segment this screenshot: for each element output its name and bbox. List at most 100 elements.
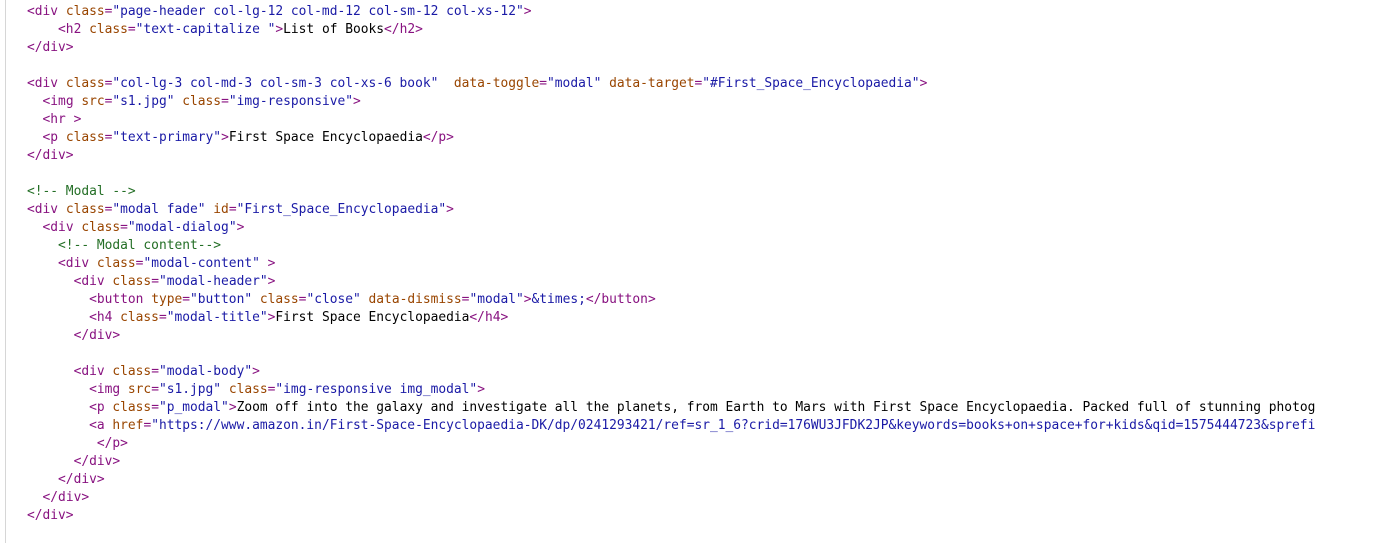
code-token-attr: class [81,220,121,235]
code-line: <img src="s1.jpg" class="img-responsive … [27,381,1391,399]
code-token-tag: </h4> [469,310,509,325]
code-token-tag [438,76,454,91]
code-token-tag [601,76,609,91]
code-token-tag: = [539,76,548,91]
code-token-val: "s1.jpg" [112,94,175,109]
code-token-attr: class [112,400,152,415]
code-token-val: "modal-header" [158,274,268,289]
code-token-tag: = [127,22,136,37]
code-token-text: Zoom off into the galaxy and investigate… [236,400,1316,415]
code-line: <div class="page-header col-lg-12 col-md… [27,3,1391,21]
code-token-tag [252,292,260,307]
code-line: </p> [27,435,1391,453]
code-token-tag: </p> [96,436,128,451]
code-line: </div> [27,471,1391,489]
code-line: <img src="s1.jpg" class="img-responsive"… [27,93,1391,111]
source-viewer: <div class="page-header col-lg-12 col-md… [0,0,1391,543]
code-token-tag: = [228,202,237,217]
code-token-attr: class [65,76,105,91]
code-token-attr: class [259,292,299,307]
code-token-tag: = [182,292,190,307]
code-token-tag: > [446,202,454,217]
code-token-tag [221,382,229,397]
code-token-tag: > [259,256,276,271]
code-token-tag: = [151,382,159,397]
code-line: <button type="button" class="close" data… [27,291,1391,309]
code-line: </div> [27,453,1391,471]
code-line: </div> [27,147,1391,165]
code-token-val: "s1.jpg" [158,382,222,397]
code-line: <div class = "col-lg-3 col-md-3 col-sm-3 c… [27,75,1391,93]
code-token-tag: > [477,382,485,397]
code-token-tag: <a [89,418,113,433]
code-token-attr: class [228,382,268,397]
code-token-attr: type [151,292,183,307]
code-token-tag: <div [27,4,66,19]
code-line: <div class="modal-header"> [27,273,1391,291]
code-token-attr: src [81,94,105,109]
code-token-tag: <div [42,220,82,235]
code-token-tag: </div> [73,328,121,343]
code-token-val: "modal-title" [166,310,268,325]
code-token-tag: > [523,4,532,19]
code-token-tag: <img [42,94,82,109]
code-line: </div> [27,327,1391,345]
code-token-text: List of Books [283,22,385,37]
code-line: <p class="p_modal">Zoom off into the gal… [27,399,1391,417]
code-token-tag: <h2 [58,22,90,37]
code-token-tag: <p [42,130,66,145]
code-token-attr: src [127,382,152,397]
code-token-val: "img-responsive" [228,94,354,109]
code-token-tag: </div> [27,508,74,523]
code-line: </div> [27,489,1391,507]
code-token-tag: <div [27,76,66,91]
code-token-val: "modal fade" [112,202,206,217]
code-token-attr: class [182,94,222,109]
code-line: <div class="modal-dialog"> [27,219,1391,237]
code-token-val: "First_Space_Encyclopaedia" [236,202,447,217]
code-token-tag: = [158,310,167,325]
code-token-val: "close" [306,292,361,307]
code-token-attr: data-target [609,76,695,91]
code-token-tag: = [221,94,229,109]
code-token-tag: </div> [27,40,74,55]
code-token-val: "button" [190,292,253,307]
code-line: <div class="modal fade" id="First_Space_… [27,201,1391,219]
code-line: <div class="modal-body"> [27,363,1391,381]
code-token-tag: > [267,274,276,289]
code-token-attr: class [112,274,152,289]
code-token-tag: <div [73,364,113,379]
code-token-attr: class [89,22,128,37]
code-token-tag: > [221,130,229,145]
code-token-tag: </h2> [384,22,423,37]
code-token-tag: = [151,364,159,379]
code-token-tag: = [151,400,159,415]
code-token-tag: </div> [42,490,90,505]
code-token-val: "modal-dialog" [127,220,237,235]
code-token-tag: </button> [585,292,656,307]
code-token-tag: </div> [73,454,121,469]
code-line: <hr > [27,111,1391,129]
code-token-tag: <hr > [42,112,82,127]
code-token-tag: <div [58,256,97,271]
code-token-attr: class [96,256,136,271]
code-line: <!-- Modal content--> [27,237,1391,255]
code-token-tag: > [353,94,361,109]
code-token-tag: > [236,220,245,235]
code-token-val: "#First_Space_Encyclopaedia" [702,76,920,91]
code-token-tag: <div [73,274,113,289]
code-token-tag: </div> [58,472,105,487]
code-token-tag: <button [89,292,152,307]
code-view: <div class="page-header col-lg-12 col-md… [27,3,1391,525]
code-line: <!-- Modal --> [27,183,1391,201]
